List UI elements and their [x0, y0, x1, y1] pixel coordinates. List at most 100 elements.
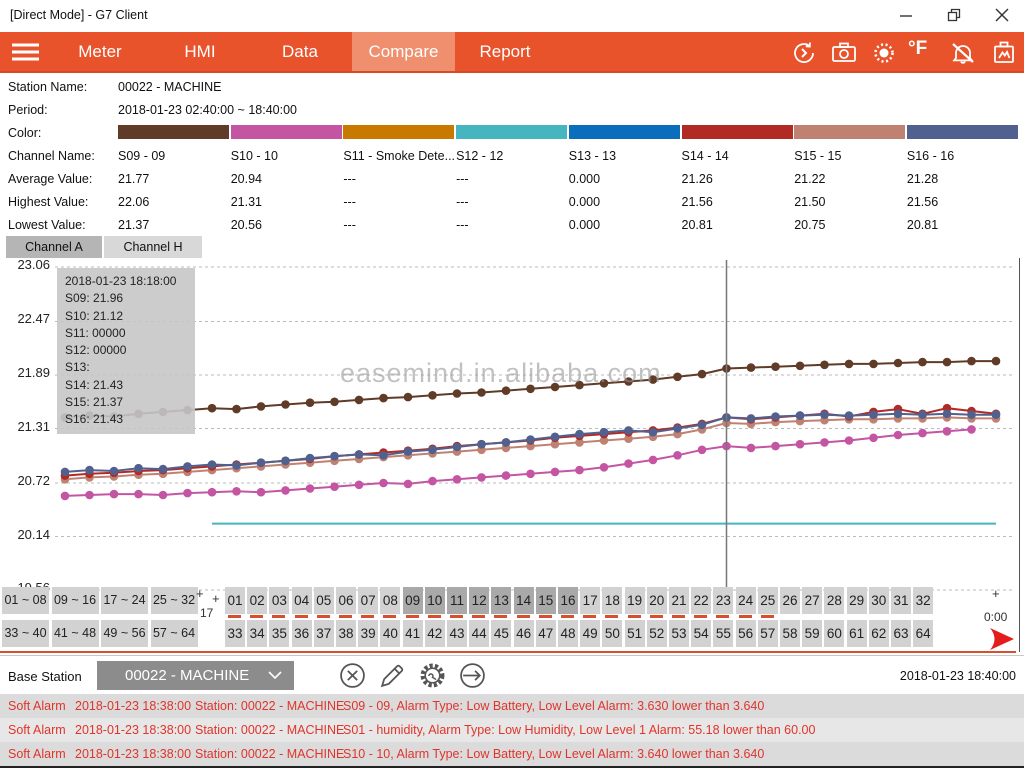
channel-button-14[interactable]: 14	[514, 587, 534, 614]
restore-icon[interactable]	[946, 7, 962, 23]
nav-hmi[interactable]: HMI	[150, 32, 250, 71]
channel-button-41[interactable]: 41	[403, 620, 423, 647]
channel-button-51[interactable]: 51	[625, 620, 645, 647]
channel-button-13[interactable]: 13	[491, 587, 511, 614]
channel-button-32[interactable]: 32	[913, 587, 933, 614]
channel-button-50[interactable]: 50	[602, 620, 622, 647]
expand-plus[interactable]: +	[196, 586, 204, 601]
nav-data[interactable]: Data	[250, 32, 350, 71]
channel-button-30[interactable]: 30	[869, 587, 889, 614]
menu-icon[interactable]	[12, 43, 39, 61]
channel-button-55[interactable]: 55	[713, 620, 733, 647]
channel-button-37[interactable]: 37	[314, 620, 334, 647]
channel-button-52[interactable]: 52	[647, 620, 667, 647]
nav-meter[interactable]: Meter	[50, 32, 150, 71]
sync-icon[interactable]	[791, 40, 817, 66]
channel-button-10[interactable]: 10	[425, 587, 445, 614]
expand-plus[interactable]: +	[212, 591, 220, 606]
channel-button-34[interactable]: 34	[247, 620, 267, 647]
channel-button-18[interactable]: 18	[602, 587, 622, 614]
channel-button-03[interactable]: 03	[269, 587, 289, 614]
channel-button-04[interactable]: 04	[292, 587, 312, 614]
clear-icon[interactable]	[339, 662, 366, 689]
channel-button-15[interactable]: 15	[536, 587, 556, 614]
channel-button-25[interactable]: 25	[758, 587, 778, 614]
alarm-type: Soft Alarm	[8, 718, 66, 742]
minimize-icon[interactable]	[898, 8, 914, 24]
channel-button-28[interactable]: 28	[824, 587, 844, 614]
brightness-icon[interactable]	[871, 40, 897, 66]
channel-range-button[interactable]: 57 ~ 64	[151, 620, 198, 647]
channel-button-49[interactable]: 49	[580, 620, 600, 647]
channel-range-button[interactable]: 25 ~ 32	[151, 587, 198, 614]
channel-button-42[interactable]: 42	[425, 620, 445, 647]
channel-button-48[interactable]: 48	[558, 620, 578, 647]
channel-range-button[interactable]: 41 ~ 48	[52, 620, 99, 647]
channel-button-45[interactable]: 45	[491, 620, 511, 647]
channel-button-05[interactable]: 05	[314, 587, 334, 614]
channel-button-56[interactable]: 56	[736, 620, 756, 647]
channel-button-46[interactable]: 46	[514, 620, 534, 647]
nav-report[interactable]: Report	[455, 32, 555, 71]
channel-button-12[interactable]: 12	[469, 587, 489, 614]
channel-button-35[interactable]: 35	[269, 620, 289, 647]
channel-button-44[interactable]: 44	[469, 620, 489, 647]
channel-button-21[interactable]: 21	[669, 587, 689, 614]
channel-button-20[interactable]: 20	[647, 587, 667, 614]
channel-range-button[interactable]: 01 ~ 08	[2, 587, 49, 614]
edit-icon[interactable]	[379, 662, 406, 689]
channel-button-16[interactable]: 16	[558, 587, 578, 614]
channel-button-36[interactable]: 36	[292, 620, 312, 647]
next-page-arrow[interactable]	[988, 626, 1016, 652]
channel-button-11[interactable]: 11	[447, 587, 467, 614]
channel-button-08[interactable]: 08	[380, 587, 400, 614]
channel-button-57[interactable]: 57	[758, 620, 778, 647]
channel-button-54[interactable]: 54	[691, 620, 711, 647]
channel-button-39[interactable]: 39	[358, 620, 378, 647]
channel-button-33[interactable]: 33	[225, 620, 245, 647]
channel-button-07[interactable]: 07	[358, 587, 378, 614]
channel-button-63[interactable]: 63	[891, 620, 911, 647]
channel-range-button[interactable]: 33 ~ 40	[2, 620, 49, 647]
channel-button-29[interactable]: 29	[847, 587, 867, 614]
channel-button-40[interactable]: 40	[380, 620, 400, 647]
channel-button-58[interactable]: 58	[780, 620, 800, 647]
camera-icon[interactable]	[831, 40, 857, 66]
temp-unit[interactable]: °F	[908, 38, 927, 60]
expand-plus[interactable]: +	[992, 586, 1000, 601]
tab-channel-h[interactable]: Channel H	[104, 236, 202, 258]
alarm-mute-icon[interactable]	[950, 40, 976, 66]
channel-button-09[interactable]: 09	[403, 587, 423, 614]
channel-button-59[interactable]: 59	[802, 620, 822, 647]
channel-button-38[interactable]: 38	[336, 620, 356, 647]
tab-channel-a[interactable]: Channel A	[6, 236, 102, 258]
chart-area[interactable]: 23.0622.4721.8921.3120.7220.1419.56 ease…	[0, 258, 1024, 655]
channel-range-button[interactable]: 49 ~ 56	[101, 620, 148, 647]
close-icon[interactable]	[994, 7, 1010, 23]
channel-button-47[interactable]: 47	[536, 620, 556, 647]
base-station-dropdown[interactable]: 00022 - MACHINE	[97, 661, 294, 690]
channel-range-button[interactable]: 17 ~ 24	[101, 587, 148, 614]
channel-button-27[interactable]: 27	[802, 587, 822, 614]
snapshot-bin-icon[interactable]	[991, 40, 1017, 66]
channel-button-31[interactable]: 31	[891, 587, 911, 614]
channel-button-06[interactable]: 06	[336, 587, 356, 614]
channel-button-22[interactable]: 22	[691, 587, 711, 614]
channel-button-60[interactable]: 60	[824, 620, 844, 647]
channel-button-64[interactable]: 64	[913, 620, 933, 647]
settings-icon[interactable]	[419, 662, 446, 689]
channel-button-01[interactable]: 01	[225, 587, 245, 614]
channel-button-26[interactable]: 26	[780, 587, 800, 614]
nav-compare[interactable]: Compare	[352, 32, 455, 71]
channel-button-24[interactable]: 24	[736, 587, 756, 614]
channel-button-17[interactable]: 17	[580, 587, 600, 614]
channel-range-button[interactable]: 09 ~ 16	[52, 587, 99, 614]
channel-button-02[interactable]: 02	[247, 587, 267, 614]
channel-button-53[interactable]: 53	[669, 620, 689, 647]
export-icon[interactable]	[459, 662, 486, 689]
channel-button-19[interactable]: 19	[625, 587, 645, 614]
channel-button-43[interactable]: 43	[447, 620, 467, 647]
channel-button-62[interactable]: 62	[869, 620, 889, 647]
channel-button-23[interactable]: 23	[713, 587, 733, 614]
channel-button-61[interactable]: 61	[847, 620, 867, 647]
